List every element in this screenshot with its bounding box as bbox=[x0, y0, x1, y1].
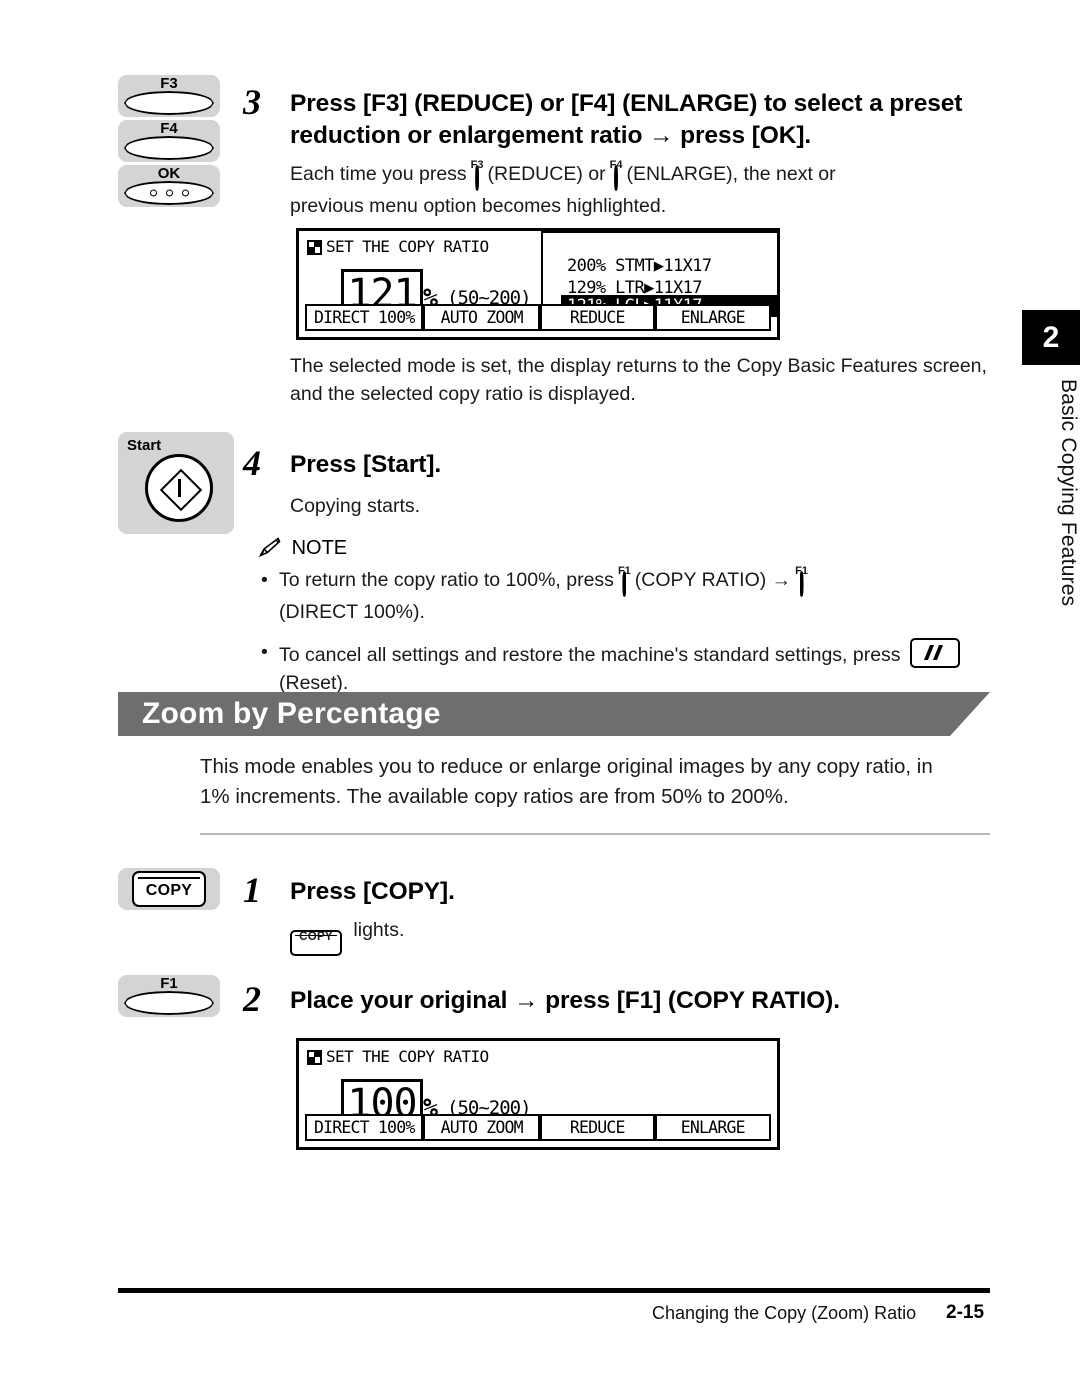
step-3-body-part-d: previous menu option becomes highlighted… bbox=[290, 195, 667, 217]
start-diamond-icon bbox=[159, 468, 203, 512]
note-item-1-text-a: To return the copy ratio to 100%, press bbox=[279, 569, 614, 591]
footer-text: Changing the Copy (Zoom) Ratio bbox=[652, 1303, 917, 1323]
section-title: Zoom by Percentage bbox=[142, 697, 441, 730]
step-3-number: 3 bbox=[243, 82, 261, 122]
soft-key-reduce[interactable]: REDUCE bbox=[539, 1114, 655, 1141]
reset-button-icon bbox=[909, 638, 960, 668]
lens-button-icon bbox=[614, 165, 619, 191]
inline-key-f3: F3 bbox=[471, 159, 484, 192]
soft-key-auto-zoom[interactable]: AUTO ZOOM bbox=[423, 304, 540, 331]
key-f1-label: F1 bbox=[160, 975, 178, 992]
step-4-body: Copying starts. bbox=[290, 495, 421, 517]
key-f4-label: F4 bbox=[160, 120, 178, 137]
soft-key-enlarge[interactable]: ENLARGE bbox=[654, 1114, 771, 1141]
lcd-bottom-title: SET THE COPY RATIO bbox=[326, 1047, 489, 1066]
step-3-body-part-c: (ENLARGE), the next or bbox=[626, 163, 836, 185]
step-3-heading-line-2: reduction or enlargement ratio → press [… bbox=[290, 122, 812, 149]
start-bar-icon bbox=[177, 479, 181, 497]
lcd-screen-bottom: SET THE COPY RATIO 100 % (50~200) DIRECT… bbox=[296, 1038, 780, 1150]
step-1-heading: Press [COPY]. bbox=[290, 878, 455, 905]
lens-button-icon bbox=[475, 165, 480, 191]
section-intro-line-1: This mode enables you to reduce or enlar… bbox=[200, 755, 933, 778]
key-copy: COPY bbox=[118, 868, 220, 910]
ok-dots-icon bbox=[126, 189, 212, 197]
lens-button-icon bbox=[124, 991, 214, 1015]
chapter-title: Basic Copying Features bbox=[1057, 379, 1080, 607]
step-1-number: 1 bbox=[243, 870, 261, 910]
lcd-screen-top: SET THE COPY RATIO 121 % (50~200) 200% S… bbox=[296, 228, 780, 340]
footer-page-number: 2-15 bbox=[946, 1302, 985, 1323]
key-f3: F3 bbox=[118, 75, 220, 117]
key-f3-label: F3 bbox=[160, 75, 178, 92]
bullet-dot: • bbox=[261, 569, 268, 591]
note-item-1-text-b: (COPY RATIO) → bbox=[634, 569, 792, 591]
inline-key-f1-copy-ratio: F1 bbox=[618, 565, 631, 598]
note-block: NOTE • To return the copy ratio to 100%,… bbox=[255, 536, 960, 697]
document-glyph-icon bbox=[307, 1050, 322, 1065]
document-glyph-icon bbox=[307, 240, 322, 255]
section-intro-line-2: 1% increments. The available copy ratios… bbox=[200, 785, 789, 808]
soft-key-enlarge[interactable]: ENLARGE bbox=[654, 304, 771, 331]
step-3-body-part-b: (REDUCE) or bbox=[487, 163, 606, 185]
footer-rule bbox=[118, 1288, 990, 1293]
lens-button-icon bbox=[799, 571, 804, 597]
lcd-menu-item[interactable]: 200% STMT▶11X17 bbox=[561, 255, 777, 277]
soft-key-reduce[interactable]: REDUCE bbox=[539, 304, 655, 331]
step-4-heading: Press [Start]. bbox=[290, 451, 442, 478]
inline-key-f1-direct: F1 bbox=[795, 565, 808, 598]
key-ok: OK bbox=[118, 165, 220, 207]
lens-button-icon bbox=[622, 571, 627, 597]
note-title: NOTE bbox=[291, 537, 348, 559]
note-header: NOTE bbox=[255, 536, 960, 560]
section-banner: Zoom by Percentage bbox=[118, 692, 990, 736]
lens-button-icon bbox=[124, 136, 214, 160]
step-3-body-part-a: Each time you press bbox=[290, 163, 467, 185]
chapter-number: 2 bbox=[1022, 310, 1080, 365]
step-3-after-line-2: and the selected copy ratio is displayed… bbox=[290, 383, 636, 405]
key-f1: F1 bbox=[118, 975, 220, 1017]
step-2-heading: Place your original → press [F1] (COPY R… bbox=[290, 987, 840, 1014]
lcd-top-soft-key-bar: DIRECT 100% AUTO ZOOM REDUCE ENLARGE bbox=[305, 304, 771, 331]
copy-button-inline-icon: COPY bbox=[290, 930, 342, 956]
key-ok-label: OK bbox=[157, 165, 181, 182]
key-f4: F4 bbox=[118, 120, 220, 162]
step-4-number: 4 bbox=[243, 443, 261, 483]
key-copy-label: COPY bbox=[145, 882, 193, 899]
chapter-side-tab: 2 Basic Copying Features bbox=[1022, 310, 1080, 606]
soft-key-auto-zoom[interactable]: AUTO ZOOM bbox=[423, 1114, 540, 1141]
lens-button-icon bbox=[124, 91, 214, 115]
lcd-top-title-row: SET THE COPY RATIO bbox=[307, 237, 489, 256]
step-3-after-line-1: The selected mode is set, the display re… bbox=[290, 355, 987, 377]
key-start: Start bbox=[118, 432, 234, 534]
manual-page: 2 Basic Copying Features F3 F4 OK 3 Pres… bbox=[0, 0, 1080, 1388]
pencil-icon bbox=[255, 536, 281, 558]
copy-button-icon: COPY bbox=[132, 871, 206, 907]
soft-key-direct-100[interactable]: DIRECT 100% bbox=[305, 304, 424, 331]
horizontal-divider bbox=[200, 833, 990, 835]
note-item-2-text-a: To cancel all settings and restore the m… bbox=[279, 644, 901, 666]
soft-key-direct-100[interactable]: DIRECT 100% bbox=[305, 1114, 424, 1141]
lcd-bottom-soft-key-bar: DIRECT 100% AUTO ZOOM REDUCE ENLARGE bbox=[305, 1114, 771, 1141]
note-item-1-text-c: (DIRECT 100%). bbox=[279, 601, 425, 623]
step-2-number: 2 bbox=[243, 979, 261, 1019]
key-start-label: Start bbox=[127, 437, 162, 454]
step-3-heading-line-1: Press [F3] (REDUCE) or [F4] (ENLARGE) to… bbox=[290, 90, 963, 117]
lcd-bottom-title-row: SET THE COPY RATIO bbox=[307, 1047, 489, 1066]
start-button-icon bbox=[145, 454, 213, 522]
step-1-body: lights. bbox=[353, 919, 405, 941]
lens-button-dots-icon bbox=[124, 181, 214, 205]
bullet-dot: • bbox=[261, 641, 268, 663]
inline-copy-label: COPY bbox=[299, 931, 333, 943]
inline-key-f4: F4 bbox=[610, 159, 622, 192]
lcd-top-title: SET THE COPY RATIO bbox=[326, 237, 489, 256]
